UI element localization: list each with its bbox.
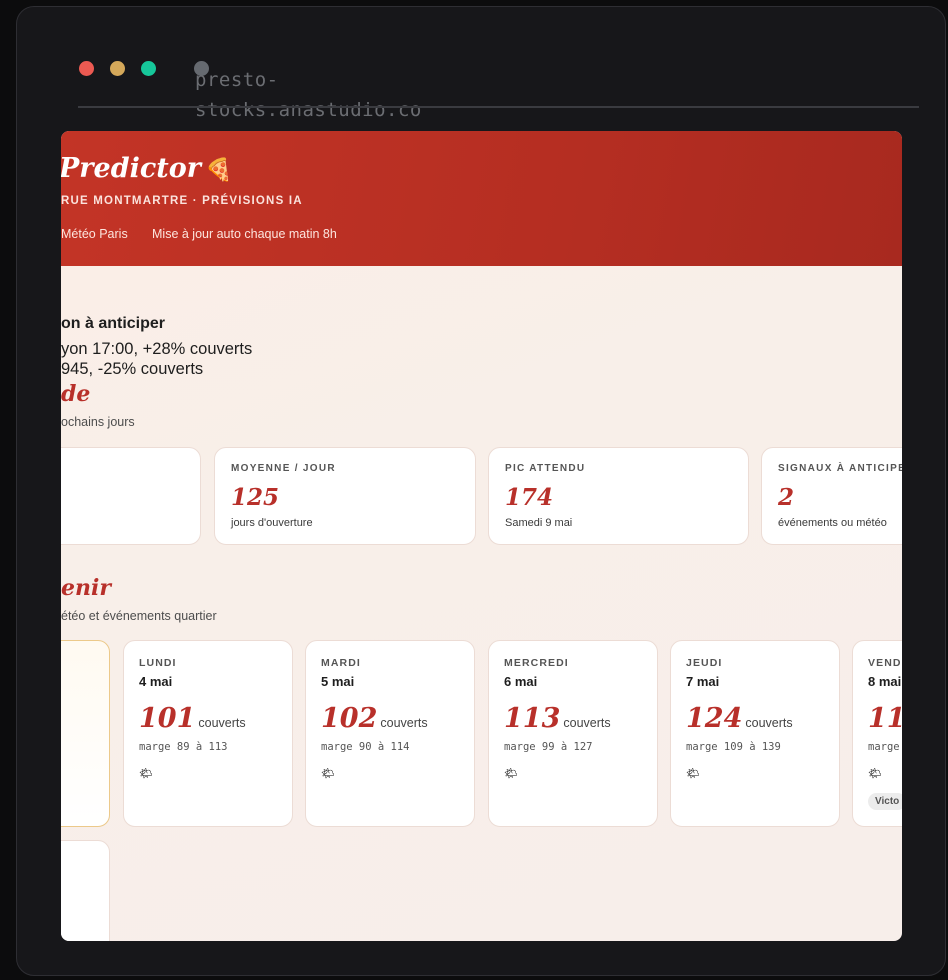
day-forecast: 113 couverts [504,703,611,734]
brand-logo[interactable]: Predictor 🍕 [61,153,232,184]
day-forecast: 101 couverts [139,703,246,734]
covers-unit: couverts [198,716,246,730]
kpi-label: MOYENNE / JOUR [231,463,336,474]
covers-range: marge [868,741,900,753]
covers-range: marge 89 à 113 [139,741,228,753]
toolbar-divider [78,106,919,108]
address-bar[interactable]: presto-stocks.anastudio.co [195,65,455,125]
forecast-section-title: enir [61,575,111,601]
day-card-next[interactable] [61,840,110,941]
header-subtitle: RUE MONTMARTRE · PRÉVISIONS IA [61,195,303,207]
covers-value: 102 [321,703,378,734]
forecast-section-subtitle: étéo et événements quartier [61,609,217,623]
covers-value: 101 [139,703,196,734]
kpi-note: Samedi 9 mai [505,517,573,529]
minimize-window-button[interactable] [110,61,125,76]
weather-source-label: Météo Paris [61,227,128,241]
day-date: 4 mai [139,674,173,689]
app-header: Predictor 🍕 RUE MONTMARTRE · PRÉVISIONS I… [61,131,902,266]
partly-sunny-icon: 🌤 [139,768,153,780]
alert-line: yon 17:00, +28% couverts [61,340,253,358]
day-card-today[interactable] [61,640,110,827]
day-date: 7 mai [686,674,720,689]
update-schedule-label: Mise à jour auto chaque matin 8h [152,227,337,241]
partly-sunny-icon: 🌤 [868,768,882,780]
kpi-label: PIC ATTENDU [505,463,586,474]
kpi-card-signals: SIGNAUX À ANTICIPER 2 événements ou mété… [761,447,902,545]
kpi-value: 174 [505,484,554,511]
kpi-card-total [61,447,201,545]
day-name: LUNDI [139,657,177,669]
day-card-mardi[interactable]: MARDI 5 mai 102 couverts marge 90 à 114 🌤 [305,640,475,827]
alert-title: on à anticiper [61,315,166,332]
covers-value: 119 [868,703,902,734]
day-card-mercredi[interactable]: MERCREDI 6 mai 113 couverts marge 99 à 12… [488,640,658,827]
kpi-value: 2 [778,484,795,511]
day-card-lundi[interactable]: LUNDI 4 mai 101 couverts marge 89 à 113 🌤 [123,640,293,827]
covers-unit: couverts [380,716,428,730]
event-tag: Victo [868,793,902,810]
day-name: MERCREDI [504,657,569,669]
kpi-note: événements ou météo [778,517,887,529]
covers-range: marge 99 à 127 [504,741,593,753]
covers-range: marge 90 à 114 [321,741,410,753]
day-name: VENDREDI [868,657,902,669]
kpi-value: 125 [231,484,280,511]
overview-section-subtitle: ochains jours [61,415,135,429]
covers-value: 113 [504,703,561,734]
day-name: MARDI [321,657,361,669]
kpi-label: SIGNAUX À ANTICIPER [778,463,902,474]
overview-section-title: de [61,381,91,407]
day-date: 8 mai [868,674,902,689]
day-forecast: 124 couverts [686,703,793,734]
kpi-card-average: MOYENNE / JOUR 125 jours d'ouverture [214,447,476,545]
partly-sunny-icon: 🌤 [321,768,335,780]
day-forecast: 119couverts [868,703,902,734]
covers-range: marge 109 à 139 [686,741,781,753]
covers-unit: couverts [563,716,611,730]
day-card-vendredi[interactable]: VENDREDI 8 mai 119couverts marge 🌤 Victo [852,640,902,827]
covers-value: 124 [686,703,743,734]
close-window-button[interactable] [79,61,94,76]
covers-unit: couverts [745,716,793,730]
day-date: 5 mai [321,674,355,689]
day-name: JEUDI [686,657,723,669]
kpi-card-peak: PIC ATTENDU 174 Samedi 9 mai [488,447,749,545]
brand-name: Predictor [61,153,201,184]
day-card-jeudi[interactable]: JEUDI 7 mai 124 couverts marge 109 à 139 … [670,640,840,827]
kpi-note: jours d'ouverture [231,517,313,529]
alert-line: 945, -25% couverts [61,360,204,378]
page-viewport: Predictor 🍕 RUE MONTMARTRE · PRÉVISIONS I… [61,131,902,941]
day-forecast: 102 couverts [321,703,428,734]
pizza-icon: 🍕 [205,157,233,183]
maximize-window-button[interactable] [141,61,156,76]
partly-sunny-icon: 🌤 [504,768,518,780]
partly-sunny-icon: 🌤 [686,768,700,780]
day-date: 6 mai [504,674,538,689]
